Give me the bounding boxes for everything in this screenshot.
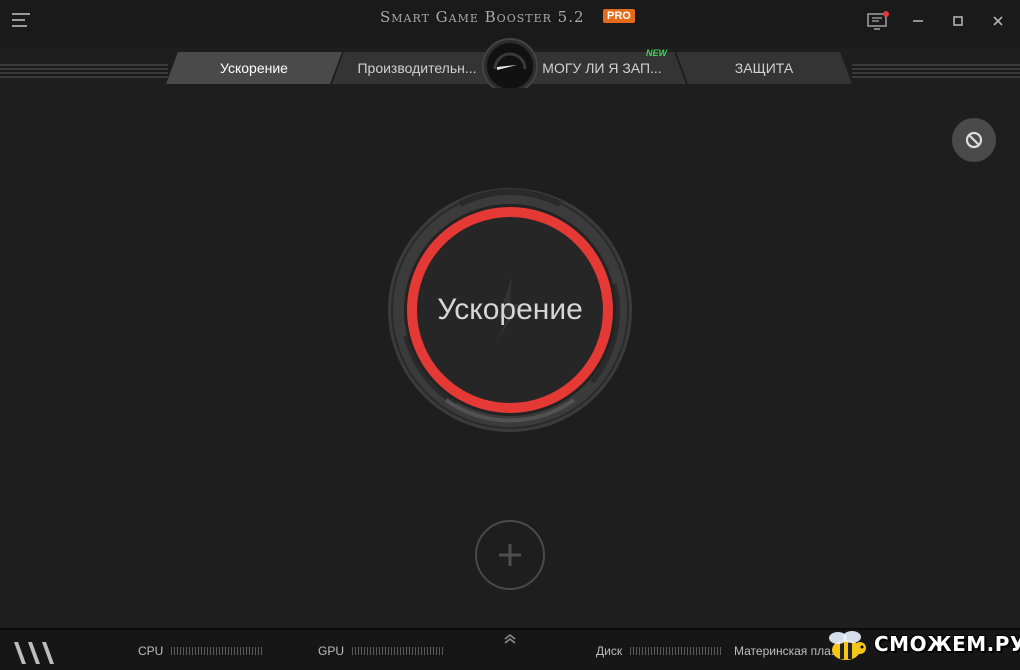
- tab-boost[interactable]: Ускорение: [166, 52, 342, 84]
- gpu-bar: [352, 647, 445, 655]
- decor-stripes-right: [852, 64, 1020, 78]
- speedometer-icon: [484, 40, 536, 92]
- status-bar: CPU GPU Диск Материнская пла...: [0, 628, 1020, 670]
- motherboard-monitor: Материнская пла...: [734, 644, 841, 658]
- close-icon: [993, 16, 1003, 26]
- decor-stripes-left: [0, 64, 168, 78]
- block-icon: [965, 131, 983, 149]
- gpu-monitor: GPU: [318, 644, 445, 658]
- disk-monitor: Диск: [596, 644, 723, 658]
- tab-protection[interactable]: ЗАЩИТА: [676, 52, 852, 84]
- cpu-label: CPU: [138, 644, 164, 658]
- chevron-up-icon[interactable]: [502, 632, 518, 646]
- logo-stripes: [13, 642, 66, 664]
- minimize-button[interactable]: [906, 10, 930, 32]
- maximize-icon: [953, 16, 963, 26]
- monitor-notification-icon[interactable]: [866, 10, 890, 32]
- maximize-button[interactable]: [946, 10, 970, 32]
- motherboard-label: Материнская пла...: [734, 644, 841, 658]
- boost-button[interactable]: Ускорение: [386, 186, 634, 434]
- menu-icon[interactable]: [12, 13, 30, 29]
- tab-performance[interactable]: Производительн...: [332, 52, 502, 84]
- gpu-label: GPU: [318, 644, 345, 658]
- disk-bar: [630, 647, 723, 655]
- pro-badge: PRO: [603, 9, 635, 23]
- app-title: Smart Game Booster 5.2: [380, 8, 585, 26]
- disk-label: Диск: [596, 644, 623, 658]
- boost-ring-icon: [388, 188, 632, 432]
- block-button[interactable]: [952, 118, 996, 162]
- close-button[interactable]: [986, 10, 1010, 32]
- add-game-button[interactable]: [475, 520, 545, 590]
- cpu-bar: [171, 647, 264, 655]
- cpu-monitor: CPU: [138, 644, 264, 658]
- main-panel: Ускорение: [0, 88, 1020, 628]
- minimize-icon: [913, 20, 923, 22]
- plus-icon: [499, 544, 521, 566]
- watermark-text: СМОЖЕМ.РУ: [874, 632, 1020, 656]
- new-badge: NEW: [646, 48, 667, 58]
